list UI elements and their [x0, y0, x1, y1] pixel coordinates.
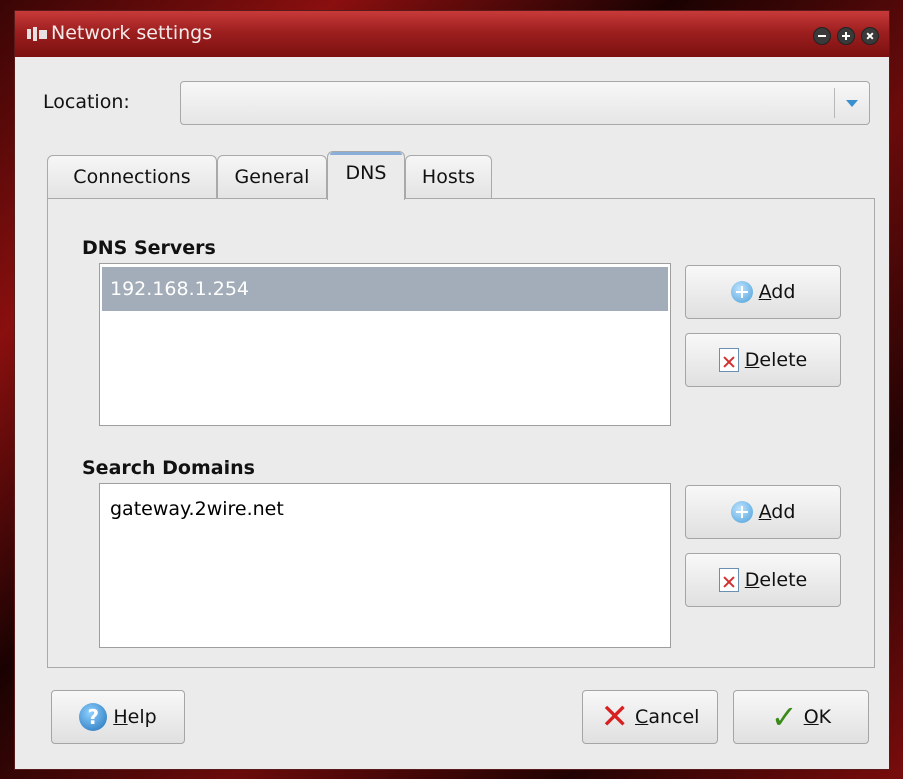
list-item[interactable]: gateway.2wire.net [102, 487, 668, 531]
dns-servers-list[interactable]: 192.168.1.254 [99, 263, 671, 426]
chevron-down-icon[interactable] [846, 100, 858, 107]
search-add-label: Add [758, 501, 796, 523]
dns-tab-panel: DNS Servers 192.168.1.254 Add Delete Sea… [47, 198, 875, 668]
plus-icon [730, 501, 753, 523]
maximize-icon[interactable] [837, 27, 855, 45]
ok-button[interactable]: ✓ OK [733, 690, 869, 744]
network-settings-window: Network settings Location: Connections G… [14, 10, 890, 770]
cancel-button[interactable]: ✕ Cancel [582, 690, 718, 744]
dns-add-label: Add [758, 281, 796, 303]
search-domains-list[interactable]: gateway.2wire.net [99, 483, 671, 648]
tab-dns-label: DNS [345, 162, 387, 184]
tab-general-label: General [234, 166, 310, 188]
list-item[interactable]: 192.168.1.254 [102, 267, 668, 311]
dns-delete-button[interactable]: Delete [685, 333, 841, 387]
checkmark-icon: ✓ [770, 698, 798, 736]
cancel-label: Cancel [635, 706, 700, 728]
search-domains-title: Search Domains [82, 457, 255, 479]
tab-hosts[interactable]: Hosts [405, 155, 492, 199]
minimize-icon[interactable] [813, 27, 831, 45]
tab-hosts-label: Hosts [421, 166, 476, 188]
window-title: Network settings [51, 22, 213, 44]
search-delete-label: Delete [744, 569, 808, 591]
ok-label: OK [803, 706, 832, 728]
tab-general[interactable]: General [217, 155, 327, 199]
dns-servers-title: DNS Servers [82, 237, 216, 259]
cross-icon: ✕ [600, 697, 630, 737]
dns-add-button[interactable]: Add [685, 265, 841, 319]
title-bar[interactable]: Network settings [15, 11, 889, 57]
plus-icon [730, 281, 753, 303]
help-icon: ? [79, 703, 108, 731]
location-label: Location: [43, 91, 130, 113]
location-combobox[interactable] [180, 81, 870, 125]
search-delete-button[interactable]: Delete [685, 553, 841, 607]
tab-connections[interactable]: Connections [47, 155, 217, 199]
network-settings-icon [27, 27, 49, 41]
combo-separator [834, 88, 835, 118]
tab-dns[interactable]: DNS [327, 151, 405, 200]
help-button[interactable]: ? Help [51, 690, 185, 744]
dns-delete-label: Delete [744, 349, 808, 371]
delete-icon [718, 568, 739, 592]
search-add-button[interactable]: Add [685, 485, 841, 539]
help-label: Help [113, 706, 157, 728]
delete-icon [718, 348, 739, 372]
close-icon[interactable] [861, 27, 879, 45]
tab-connections-label: Connections [73, 166, 191, 188]
